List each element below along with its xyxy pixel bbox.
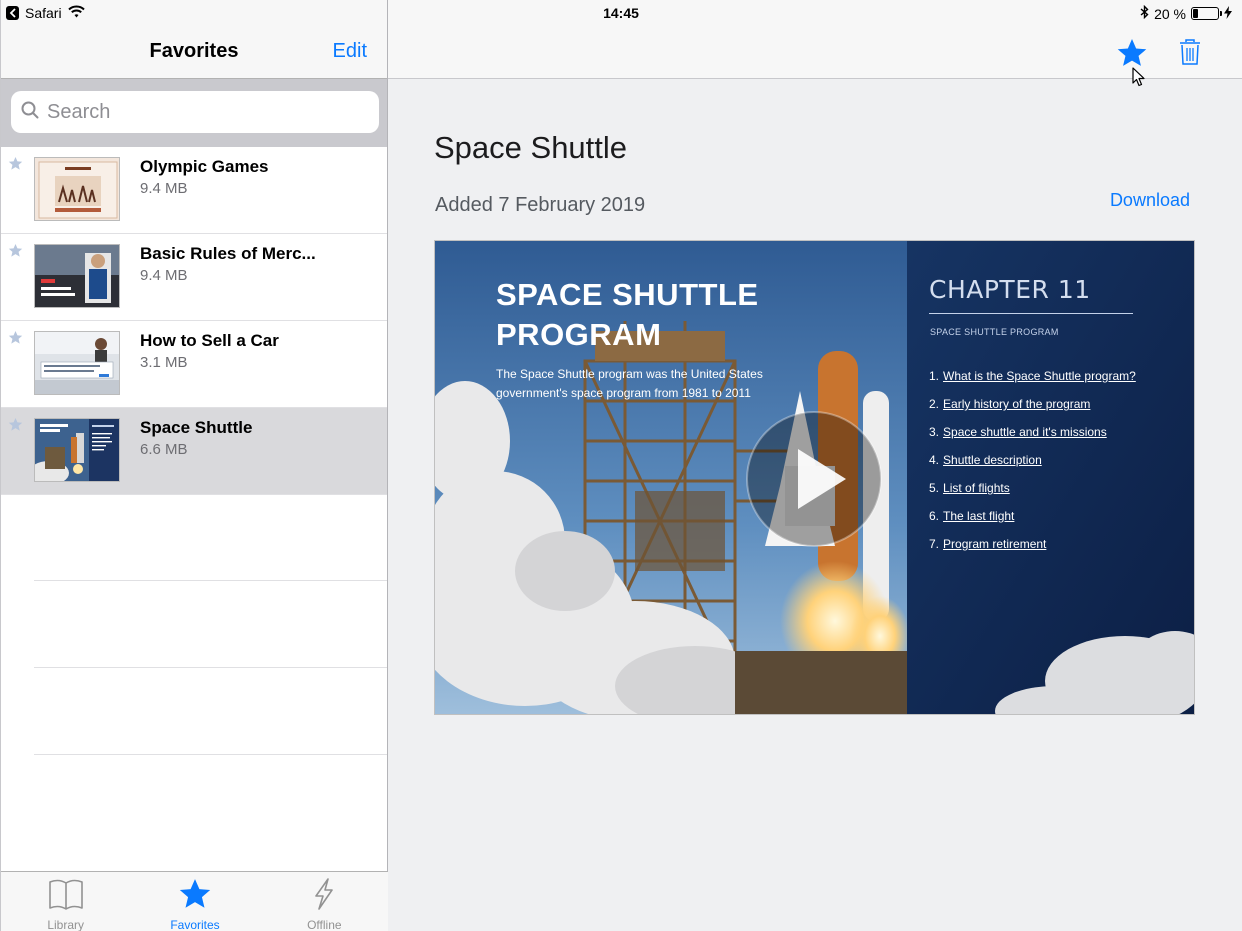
tab-label: Offline (307, 918, 342, 931)
toc-item: 3. Space shuttle and it's missions (929, 424, 1136, 452)
toc-number: 2. (929, 397, 940, 411)
toc-number: 7. (929, 537, 940, 551)
search-bar (1, 79, 387, 147)
search-icon (21, 101, 39, 124)
table-of-contents: 1. What is the Space Shuttle program? 2. E… (929, 368, 1136, 564)
video-player[interactable]: SPACE SHUTTLE PROGRAM The Space Shuttle … (434, 240, 1195, 715)
list-item-space-shuttle[interactable]: Space Shuttle 6.6 MB (1, 408, 387, 495)
tab-offline[interactable]: Offline (260, 872, 389, 931)
bluetooth-icon (1140, 4, 1149, 22)
toc-link: What is the Space Shuttle program? (943, 369, 1136, 383)
battery-percent: 20 % (1154, 5, 1186, 22)
toc-item: 2. Early history of the program (929, 396, 1136, 424)
item-title: Olympic Games (140, 157, 269, 176)
toc-number: 4. (929, 453, 940, 467)
toc-link: Shuttle description (943, 453, 1042, 467)
edit-button[interactable]: Edit (333, 40, 367, 63)
toc-item: 1. What is the Space Shuttle program? (929, 368, 1136, 396)
empty-row (34, 581, 387, 668)
toc-number: 1. (929, 369, 940, 383)
download-button[interactable]: Download (1110, 190, 1190, 211)
slide-title-line: PROGRAM (496, 317, 662, 352)
item-size: 9.4 MB (140, 267, 188, 284)
status-time: 14:45 (603, 5, 639, 21)
toc-link: The last flight (943, 509, 1015, 523)
item-title: Basic Rules of Merc... (140, 244, 316, 263)
tab-label: Favorites (170, 918, 220, 931)
toc-number: 3. (929, 425, 940, 439)
toc-item: 6. The last flight (929, 508, 1136, 536)
shuttle-thumb (34, 418, 120, 482)
favorite-star-icon[interactable] (8, 417, 23, 437)
detail-pane: Space Shuttle Added 7 February 2019 Down… (388, 0, 1242, 931)
item-title: Space Shuttle (140, 418, 253, 437)
slide-title-line: SPACE SHUTTLE (496, 277, 759, 312)
tab-bar: Library Favorites Offline (1, 871, 389, 931)
olympic-thumb (34, 157, 120, 221)
tab-favorites[interactable]: Favorites (130, 872, 259, 931)
toc-item: 7. Program retirement (929, 536, 1136, 564)
favorites-list: Olympic Games 9.4 MB Basic Rules of Merc… (1, 147, 387, 755)
chapter-heading: CHAPTER 11 (929, 275, 1091, 304)
favorite-star-icon[interactable] (8, 243, 23, 263)
date-added: Added 7 February 2019 (435, 194, 646, 216)
sidebar: Favorites Edit Search Olympic Games 9.4 … (0, 0, 389, 931)
item-title: How to Sell a Car (140, 331, 279, 350)
empty-row (34, 668, 387, 755)
tab-label: Library (47, 918, 84, 931)
item-size: 6.6 MB (140, 441, 188, 458)
car-thumb (34, 331, 120, 395)
chapter-subtitle: SPACE SHUTTLE PROGRAM (930, 327, 1059, 337)
toc-item: 4. Shuttle description (929, 452, 1136, 480)
list-item-basic-rules[interactable]: Basic Rules of Merc... 9.4 MB (1, 234, 387, 321)
empty-row (34, 495, 387, 581)
play-icon[interactable] (744, 409, 884, 549)
toc-number: 5. (929, 481, 940, 495)
item-size: 3.1 MB (140, 354, 188, 371)
list-item-olympic-games[interactable]: Olympic Games 9.4 MB (1, 147, 387, 234)
charging-bolt-icon (1224, 5, 1232, 22)
status-right: 20 % (1140, 4, 1232, 22)
item-size: 9.4 MB (140, 180, 188, 197)
book-icon (48, 877, 84, 916)
chapter-panel: CHAPTER 11 SPACE SHUTTLE PROGRAM 1. What … (907, 241, 1194, 714)
status-bar: Safari 14:45 20 % (0, 0, 1242, 26)
favorite-star-icon[interactable] (8, 330, 23, 350)
search-field[interactable] (11, 91, 379, 133)
battery-icon (1191, 7, 1222, 20)
trash-icon[interactable] (1179, 39, 1201, 70)
merch-thumb (34, 244, 120, 308)
toc-link: Space shuttle and it's missions (943, 425, 1107, 439)
list-item-how-to-sell-a-car[interactable]: How to Sell a Car 3.1 MB (1, 321, 387, 408)
tab-library[interactable]: Library (1, 872, 130, 931)
sidebar-title: Favorites (149, 40, 239, 62)
toc-link: Program retirement (943, 537, 1047, 551)
toc-number: 6. (929, 509, 940, 523)
toc-link: Early history of the program (943, 397, 1091, 411)
toc-item: 5. List of flights (929, 480, 1136, 508)
slide-title: SPACE SHUTTLE PROGRAM (496, 275, 816, 355)
star-icon (177, 877, 213, 916)
search-input[interactable] (47, 100, 347, 124)
mouse-cursor-icon (1132, 67, 1146, 92)
toc-link: List of flights (943, 481, 1010, 495)
bolt-icon (306, 877, 342, 916)
chapter-divider (929, 313, 1133, 314)
favorite-star-icon[interactable] (8, 156, 23, 176)
slide-description: The Space Shuttle program was the United… (496, 367, 763, 400)
document-title: Space Shuttle (434, 130, 628, 165)
